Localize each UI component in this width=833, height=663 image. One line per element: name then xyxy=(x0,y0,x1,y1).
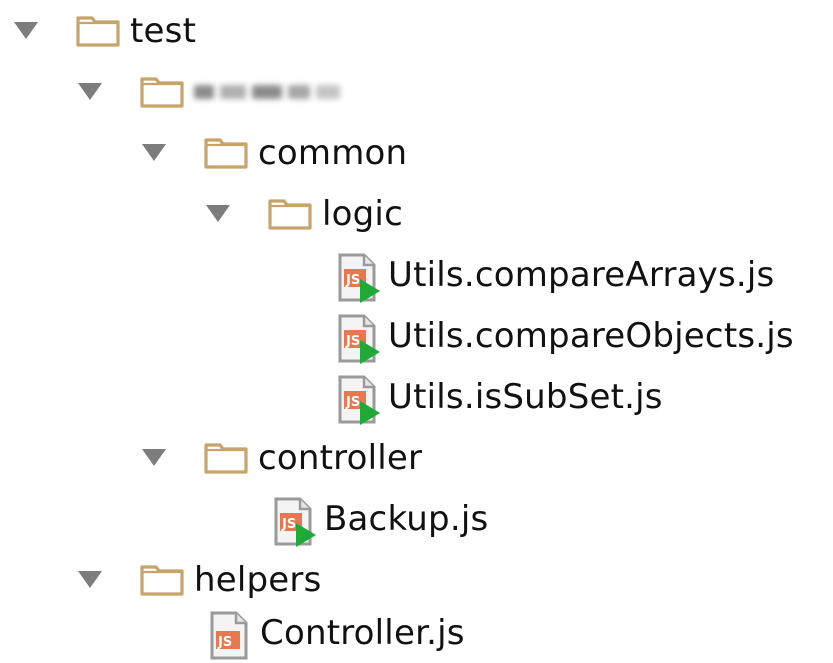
folder-icon xyxy=(268,197,312,230)
tree-row-test[interactable]: test xyxy=(0,0,833,61)
project-tree: test common logic Utils.compareArrays.js… xyxy=(0,0,833,663)
tree-item-label: Utils.compareObjects.js xyxy=(388,316,794,356)
tree-row-redacted[interactable] xyxy=(0,61,833,122)
folder-icon xyxy=(140,75,184,108)
triangle-down-icon[interactable] xyxy=(206,205,230,222)
triangle-down-icon[interactable] xyxy=(142,144,166,161)
tree-row-common[interactable]: common xyxy=(0,122,833,183)
tree-item-label: Utils.compareArrays.js xyxy=(388,255,775,295)
tree-item-label: controller xyxy=(258,438,423,478)
tree-row-file[interactable]: Utils.compareArrays.js xyxy=(0,244,833,305)
folder-icon xyxy=(76,14,120,47)
folder-icon xyxy=(204,441,248,474)
tree-item-label: Backup.js xyxy=(324,499,489,539)
tree-item-label: logic xyxy=(322,194,403,234)
tree-item-label: helpers xyxy=(194,560,322,600)
tree-item-label: test xyxy=(130,11,197,51)
tree-item-label: Controller.js xyxy=(260,613,465,653)
triangle-down-icon[interactable] xyxy=(78,571,102,588)
js-test-file-icon xyxy=(272,497,316,547)
js-file-icon xyxy=(208,611,252,661)
tree-item-label: common xyxy=(258,133,408,173)
tree-row-file[interactable]: Controller.js xyxy=(0,602,833,663)
js-test-file-icon xyxy=(336,314,380,364)
tree-row-logic[interactable]: logic xyxy=(0,183,833,244)
tree-row-helpers[interactable]: helpers xyxy=(0,549,833,610)
tree-row-file[interactable]: Utils.isSubSet.js xyxy=(0,366,833,427)
triangle-down-icon[interactable] xyxy=(78,83,102,100)
redacted-label xyxy=(194,78,340,106)
tree-item-label: Utils.isSubSet.js xyxy=(388,377,663,417)
tree-row-file[interactable]: Utils.compareObjects.js xyxy=(0,305,833,366)
folder-icon xyxy=(204,136,248,169)
js-test-file-icon xyxy=(336,253,380,303)
folder-icon xyxy=(140,563,184,596)
tree-row-controller[interactable]: controller xyxy=(0,427,833,488)
js-test-file-icon xyxy=(336,375,380,425)
tree-row-file[interactable]: Backup.js xyxy=(0,488,833,549)
triangle-down-icon[interactable] xyxy=(142,449,166,466)
triangle-down-icon[interactable] xyxy=(14,22,38,39)
